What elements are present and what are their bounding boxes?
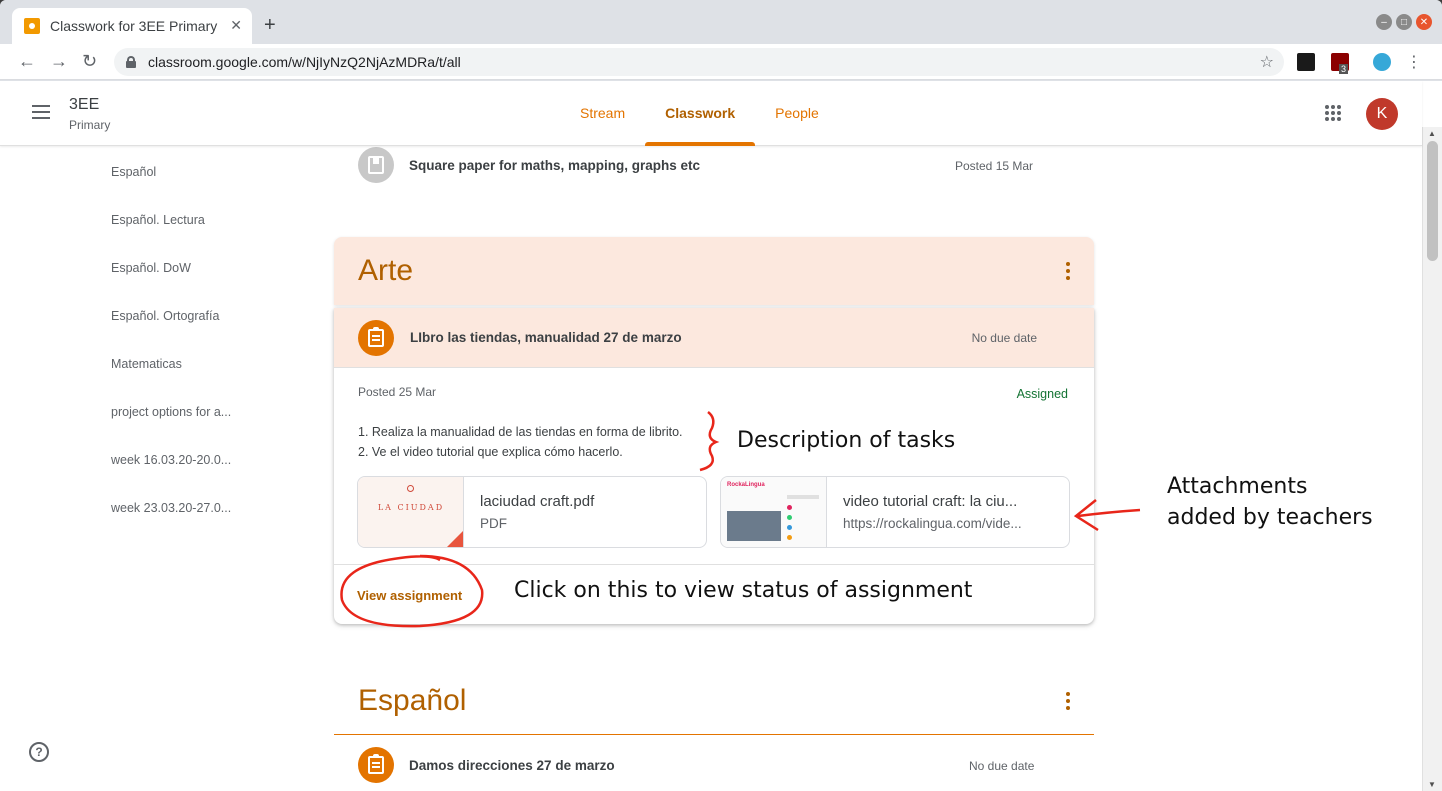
sidebar-item-week-23[interactable]: week 23.03.20-27.0... <box>111 501 231 515</box>
pdf-thumbnail-title: LA CIUDAD <box>377 503 445 512</box>
new-tab-icon[interactable]: + <box>264 14 276 37</box>
tab-people[interactable]: People <box>755 81 839 146</box>
attachment-name: video tutorial craft: la ciu... <box>843 493 1018 510</box>
material-icon <box>358 147 394 183</box>
scroll-thumb[interactable] <box>1427 141 1438 261</box>
status-badge: Assigned <box>1016 387 1068 401</box>
item-title: Square paper for maths, mapping, graphs … <box>409 158 701 173</box>
tab-close-icon[interactable]: ✕ <box>230 17 242 34</box>
tab-stream[interactable]: Stream <box>560 81 645 146</box>
topic-more-icon[interactable] <box>1066 262 1070 280</box>
attachment-url: https://rockalingua.com/vide... <box>843 516 1022 531</box>
web-thumbnail-logo: RockaLingua <box>727 482 765 488</box>
item-date: Posted 15 Mar <box>955 159 1034 173</box>
attachment-type: PDF <box>480 516 507 531</box>
item-due-date: No due date <box>969 759 1035 773</box>
pdf-corner-icon <box>447 531 463 547</box>
close-window-icon[interactable]: ✕ <box>1416 14 1432 30</box>
sidebar-item-week-16[interactable]: week 16.03.20-20.0... <box>111 453 231 467</box>
attachment-pdf[interactable]: LA CIUDAD laciudad craft.pdf PDF <box>357 476 707 548</box>
page-scrollbar[interactable]: ▲ ▼ <box>1422 127 1442 791</box>
list-item[interactable]: Damos direcciones 27 de marzo No due dat… <box>358 747 1058 783</box>
help-icon[interactable]: ? <box>29 742 49 762</box>
sidebar-item-matematicas[interactable]: Matematicas <box>111 357 182 371</box>
annotation-description: Description of tasks <box>737 428 956 453</box>
assignment-icon <box>358 747 394 783</box>
url-text: classroom.google.com/w/NjIyNzQ2NjAzMDRa/… <box>148 54 461 70</box>
attachment-link[interactable]: RockaLingua video tutorial craft: la ciu… <box>720 476 1070 548</box>
extension-h-icon[interactable] <box>1297 53 1315 71</box>
title-bar: Classwork for 3EE Primary ✕ + – □ ✕ <box>0 0 1442 44</box>
pdf-thumbnail: LA CIUDAD <box>358 477 464 547</box>
app-bar: 3EE Primary Stream Classwork People K <box>0 81 1422 146</box>
profile-extension-icon[interactable] <box>1373 53 1391 71</box>
browser-toolbar: ← → ↻ classroom.google.com/w/NjIyNzQ2NjA… <box>0 44 1442 80</box>
posted-date: Posted 25 Mar <box>358 385 437 399</box>
item-title: Damos direcciones 27 de marzo <box>409 758 615 773</box>
description-line: 1. Realiza la manualidad de las tiendas … <box>358 425 683 439</box>
browser-tab[interactable]: Classwork for 3EE Primary ✕ <box>12 8 252 44</box>
main-menu-icon[interactable] <box>32 105 50 119</box>
window-controls: – □ ✕ <box>1376 14 1432 30</box>
maximize-icon[interactable]: □ <box>1396 14 1412 30</box>
forward-arrow-icon[interactable]: → <box>50 51 68 72</box>
sidebar-item-espanol-dow[interactable]: Español. DoW <box>111 261 191 275</box>
topic-header-arte: Arte <box>334 237 1094 305</box>
address-bar[interactable]: classroom.google.com/w/NjIyNzQ2NjAzMDRa/… <box>114 48 1284 76</box>
bookmark-star-icon[interactable]: ☆ <box>1260 52 1274 72</box>
classroom-page: 3EE Primary Stream Classwork People K ▲ … <box>0 81 1442 791</box>
tab-classwork[interactable]: Classwork <box>645 81 756 146</box>
sidebar-item-espanol-lectura[interactable]: Español. Lectura <box>111 213 205 227</box>
class-name[interactable]: 3EE <box>69 96 99 114</box>
class-section: Primary <box>69 118 111 132</box>
list-item[interactable]: Square paper for maths, mapping, graphs … <box>358 147 1058 183</box>
avatar[interactable]: K <box>1366 98 1398 130</box>
extension-badge: 3 <box>1339 64 1349 74</box>
sidebar-item-project-options[interactable]: project options for a... <box>111 405 231 419</box>
divider <box>334 564 1094 565</box>
chrome-menu-icon[interactable]: ⋮ <box>1406 52 1422 72</box>
attachment-name: laciudad craft.pdf <box>480 493 595 510</box>
google-apps-icon[interactable] <box>1325 105 1341 121</box>
back-arrow-icon[interactable]: ← <box>18 51 36 72</box>
scroll-up-icon[interactable]: ▲ <box>1428 129 1436 138</box>
topic-title: Arte <box>358 254 414 287</box>
topic-title: Español <box>358 684 467 717</box>
sidebar-item-espanol-ortografia[interactable]: Español. Ortografía <box>111 309 219 323</box>
topic-header-espanol: Español <box>334 667 1094 735</box>
browser-window: Classwork for 3EE Primary ✕ + – □ ✕ ← → … <box>0 0 1442 791</box>
assignment-title: LIbro las tiendas, manualidad 27 de marz… <box>410 330 682 345</box>
assignment-card: LIbro las tiendas, manualidad 27 de marz… <box>334 308 1094 624</box>
annotation-attachments-line2: added by teachers <box>1167 505 1373 530</box>
tab-title: Classwork for 3EE Primary <box>50 18 218 34</box>
annotation-attachments-line1: Attachments <box>1167 474 1308 499</box>
description-line: 2. Ve el video tutorial que explica cómo… <box>358 445 623 459</box>
assignment-description: 1. Realiza la manualidad de las tiendas … <box>358 422 683 462</box>
sidebar-item-espanol[interactable]: Español <box>111 165 156 179</box>
class-nav-tabs: Stream Classwork People <box>560 81 839 146</box>
due-date: No due date <box>971 331 1037 345</box>
classroom-favicon-icon <box>24 18 40 34</box>
web-thumbnail: RockaLingua <box>721 477 827 547</box>
minimize-icon[interactable]: – <box>1376 14 1392 30</box>
annotation-view-status: Click on this to view status of assignme… <box>514 578 973 603</box>
assignment-icon <box>358 320 394 356</box>
view-assignment-button[interactable]: View assignment <box>357 588 462 603</box>
assignment-header[interactable]: LIbro las tiendas, manualidad 27 de marz… <box>334 308 1094 368</box>
lock-icon <box>126 56 136 68</box>
topic-more-icon[interactable] <box>1066 692 1070 710</box>
reload-icon[interactable]: ↻ <box>82 51 97 72</box>
scroll-down-icon[interactable]: ▼ <box>1428 780 1436 789</box>
